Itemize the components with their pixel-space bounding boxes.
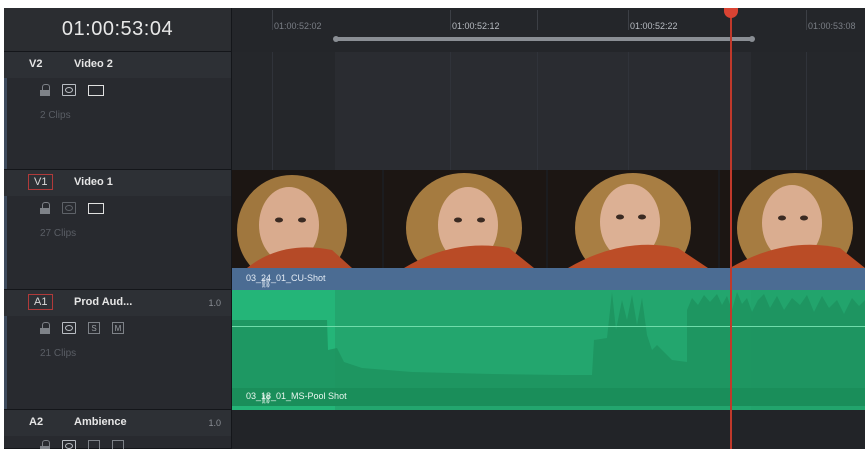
ruler-label: 01:00:52:02 — [274, 21, 322, 31]
audio-waveform — [232, 292, 865, 388]
clip-v2[interactable] — [335, 52, 751, 170]
track-name-v1[interactable]: Video 1 — [74, 176, 113, 188]
clip-thumbnail — [384, 170, 546, 268]
mute-icon[interactable]: M — [112, 322, 124, 334]
clip-thumbnail — [232, 170, 382, 268]
playhead[interactable] — [730, 8, 732, 449]
solo-icon[interactable] — [88, 440, 100, 449]
track-enable-icon[interactable] — [88, 202, 104, 214]
auto-select-icon[interactable] — [62, 84, 76, 96]
lock-icon[interactable] — [40, 202, 50, 214]
ruler-label: 01:00:52:12 — [452, 21, 500, 31]
clip-thumbnail — [548, 170, 718, 268]
clip-thumbnail — [720, 170, 865, 268]
timeline-editor: 01:00:53:04 01:00:52:02 01:00:52:12 01:0… — [4, 8, 865, 449]
track-enable-icon[interactable] — [88, 84, 104, 96]
solo-icon[interactable]: S — [88, 322, 100, 334]
ruler-label: 01:00:53:08 — [808, 21, 856, 31]
track-tag-v1[interactable]: V1 — [28, 174, 54, 190]
track-tag-a2[interactable]: A2 — [29, 416, 43, 428]
timeline-scrollbar[interactable] — [333, 36, 755, 42]
track-lane-a2[interactable] — [232, 410, 865, 449]
ruler-tick — [806, 10, 807, 30]
clip-count-v2: 2 Clips — [40, 110, 71, 121]
track-level-a2: 1.0 — [208, 418, 221, 428]
ruler-tick — [537, 10, 538, 30]
track-lane-v1[interactable]: ⛓ 03_24_01_CU-Shot — [232, 170, 865, 290]
track-lane-a1[interactable]: ⛓ 03_18_01_MS-Pool Shot — [232, 290, 865, 410]
track-level-a1: 1.0 — [208, 298, 221, 308]
lock-icon[interactable] — [40, 322, 50, 334]
ruler-tick — [272, 10, 273, 30]
clip-name-bar-a1[interactable]: ⛓ 03_18_01_MS-Pool Shot — [232, 388, 865, 406]
mute-icon[interactable] — [112, 440, 124, 449]
clip-count-a1: 21 Clips — [40, 348, 77, 359]
track-tag-a1[interactable]: A1 — [28, 294, 54, 310]
track-name-a1[interactable]: Prod Aud... — [74, 296, 132, 308]
ruler-label: 01:00:52:22 — [630, 21, 678, 31]
clip-count-v1: 27 Clips — [40, 228, 77, 239]
track-lane-v2[interactable] — [232, 52, 865, 170]
clip-name-v1: ⛓ 03_24_01_CU-Shot — [246, 273, 326, 288]
clip-name-text: 03_24_01_CU-Shot — [246, 273, 326, 283]
timecode-display[interactable]: 01:00:53:04 — [4, 8, 232, 52]
track-name-v2[interactable]: Video 2 — [74, 58, 113, 70]
link-icon: ⛓ — [260, 394, 272, 404]
ruler-tick — [628, 10, 629, 30]
ruler-tick — [450, 10, 451, 30]
lock-icon[interactable] — [40, 84, 50, 96]
timeline-ruler[interactable]: 01:00:52:02 01:00:52:12 01:00:52:22 01:0… — [232, 8, 865, 52]
link-icon: ⛓ — [260, 278, 272, 288]
track-name-a2[interactable]: Ambience — [74, 416, 127, 428]
auto-select-icon[interactable] — [62, 440, 76, 449]
track-header-a1[interactable]: A1 Prod Aud... 1.0 S M 21 Clips — [4, 290, 232, 410]
track-header-v1[interactable]: V1 Video 1 27 Clips — [4, 170, 232, 290]
clip-name-bar-v1[interactable]: ⛓ 03_24_01_CU-Shot — [232, 268, 865, 290]
track-header-v2[interactable]: V2 Video 2 2 Clips — [4, 52, 232, 170]
clip-name-a1: ⛓ 03_18_01_MS-Pool Shot — [246, 391, 347, 404]
lock-icon[interactable] — [40, 440, 50, 449]
track-tag-v2[interactable]: V2 — [29, 58, 42, 70]
track-header-a2[interactable]: A2 Ambience 1.0 — [4, 410, 232, 449]
auto-select-icon[interactable] — [62, 322, 76, 334]
auto-select-icon[interactable] — [62, 202, 76, 214]
